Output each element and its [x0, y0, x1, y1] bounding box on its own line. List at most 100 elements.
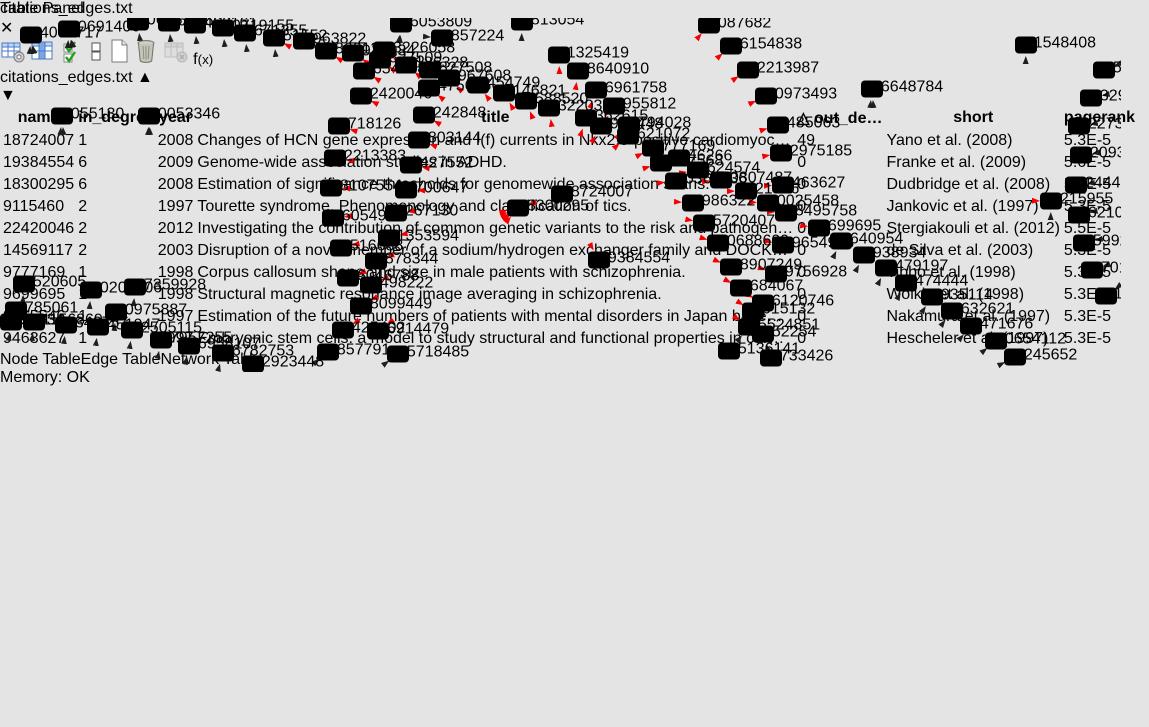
- graph-node[interactable]: 19384554: [588, 250, 670, 269]
- graph-edge: [366, 361, 388, 372]
- graph-node-label: 19654923: [783, 235, 854, 252]
- graph-node[interactable]: 9329966: [1080, 88, 1121, 107]
- graph-node[interactable]: 18107554: [320, 178, 402, 197]
- graph-node[interactable]: 1700647: [395, 180, 468, 199]
- graph-node-label: 1167533: [1106, 286, 1121, 303]
- graph-node-label: 16210643: [1079, 205, 1121, 222]
- graph-edge: [551, 120, 562, 194]
- graph-node[interactable]: 1733426: [760, 348, 833, 367]
- graph-node[interactable]: 15751074: [1093, 60, 1121, 79]
- graph-node[interactable]: 17359928: [124, 277, 206, 296]
- graph-node[interactable]: 12213987: [737, 60, 819, 79]
- graph-edge: [0, 194, 562, 328]
- graph-edge: [275, 50, 306, 372]
- graph-node-label: 15992971: [1084, 233, 1121, 250]
- graph-node[interactable]: 12923448: [242, 354, 324, 373]
- graph-node-label: 9227349: [1079, 116, 1121, 133]
- graph-edge: [196, 18, 306, 372]
- graph-node[interactable]: 8427552: [400, 155, 473, 174]
- graph-node[interactable]: 18640910: [567, 61, 649, 80]
- graph-node-label: 2803144: [419, 130, 481, 147]
- graph-node-label: 2087682: [709, 18, 771, 32]
- graph-node[interactable]: 2803144: [408, 130, 481, 149]
- graph-node[interactable]: 12093582: [1070, 145, 1121, 164]
- graph-edge: [530, 112, 562, 194]
- graph-edge: [562, 194, 686, 372]
- graph-edge: [246, 45, 281, 372]
- graph-node[interactable]: 12975185: [770, 143, 852, 162]
- graph-node[interactable]: 9463627: [772, 175, 845, 194]
- graph-edge: [0, 194, 562, 258]
- graph-node[interactable]: 9245652: [1004, 347, 1077, 366]
- graph-node[interactable]: 12213383: [324, 148, 406, 167]
- graph-node-label: 9857791: [328, 342, 390, 359]
- graph-node[interactable]: 16210643: [1068, 205, 1121, 224]
- graph-node[interactable]: 1322037: [538, 98, 611, 117]
- graph-node[interactable]: 20053346: [138, 106, 220, 125]
- graph-edge: [950, 349, 987, 372]
- graph-node-label: 16961758: [596, 80, 667, 97]
- graph-node[interactable]: 2087682: [698, 18, 771, 34]
- graph-node-label: 12213383: [335, 148, 406, 165]
- graph-node-label: 3498222: [371, 275, 433, 292]
- graph-node[interactable]: 1244413: [1065, 175, 1121, 194]
- graph-node[interactable]: 19654923: [772, 235, 854, 254]
- graph-node-label: 18640910: [578, 61, 649, 78]
- graph-node[interactable]: 7986322: [682, 193, 755, 212]
- graph-node-label: 9463627: [783, 175, 845, 192]
- graph-node-label: 12093582: [1081, 145, 1121, 162]
- graph-node[interactable]: 22420046: [350, 86, 432, 105]
- graph-node-label: 1615132: [753, 301, 815, 318]
- graph-edge: [126, 342, 131, 372]
- graph-node[interactable]: 16914479: [367, 321, 449, 340]
- graph-node-label: 12975185: [781, 143, 852, 160]
- graph-node-label: 8427552: [411, 155, 473, 172]
- graph-node[interactable]: 15720407: [693, 213, 775, 232]
- graph-edge: [224, 40, 256, 372]
- graph-node-label: 1733426: [771, 348, 833, 365]
- graph-node[interactable]: 18724007: [551, 184, 633, 203]
- graph-edge: [562, 194, 626, 372]
- graph-node-label: 17359928: [135, 277, 206, 294]
- graph-node-label: 16914479: [378, 321, 449, 338]
- graph-node[interactable]: 8267130: [385, 203, 458, 222]
- graph-node[interactable]: 8813054: [511, 18, 584, 31]
- graph-node[interactable]: 10975887: [105, 302, 187, 321]
- graph-node[interactable]: 9242848: [413, 105, 486, 124]
- graph-node-label: 1322037: [549, 98, 611, 115]
- network-canvas[interactable]: 1405571720691406106532871527602646616110…: [0, 18, 1121, 372]
- graph-node[interactable]: 15718485: [387, 344, 469, 363]
- graph-node-label: 16648784: [872, 79, 943, 96]
- graph-node[interactable]: 16648784: [861, 79, 943, 98]
- graph-node-label: 12923448: [253, 354, 324, 371]
- graph-edge: [0, 194, 562, 223]
- graph-node[interactable]: 2718126: [328, 116, 401, 135]
- graph-node[interactable]: 11548408: [1015, 35, 1096, 54]
- network-window-titlebar[interactable]: citations_edges.txt: [0, 0, 1149, 18]
- graph-edge: [38, 128, 61, 372]
- graph-node[interactable]: 7485063: [767, 115, 840, 134]
- graph-node[interactable]: 2520605: [13, 274, 86, 293]
- graph-node-label: 11548408: [1026, 35, 1096, 52]
- graph-node-label: 1244413: [1076, 175, 1121, 192]
- graph-node-label: 18099449: [361, 296, 432, 313]
- graph-node-label: 9245652: [1015, 347, 1077, 364]
- graph-node[interactable]: 15992971: [1073, 233, 1121, 252]
- graph-node[interactable]: 18099449: [350, 296, 432, 315]
- graph-node[interactable]: 10973493: [755, 86, 837, 105]
- graph-node[interactable]: 9857791: [317, 342, 390, 361]
- graph-node-label: 8878344: [376, 251, 438, 268]
- graph-node-label: 8813054: [522, 18, 584, 29]
- graph-node-label: 17016504: [1092, 260, 1121, 277]
- graph-node-label: 2055130: [62, 106, 124, 123]
- graph-edge: [902, 321, 945, 372]
- graph-node[interactable]: 16154838: [720, 36, 802, 55]
- graph-node[interactable]: 3498222: [360, 275, 433, 294]
- graph-edge: [831, 279, 881, 372]
- graph-node[interactable]: 17016504: [1081, 260, 1121, 279]
- graph-node[interactable]: 2055130: [51, 106, 124, 125]
- graph-node[interactable]: 252254: [752, 324, 816, 343]
- graph-node[interactable]: 9227349: [1068, 116, 1121, 135]
- graph-node[interactable]: 1167533: [1095, 286, 1121, 305]
- graph-edge: [154, 352, 159, 372]
